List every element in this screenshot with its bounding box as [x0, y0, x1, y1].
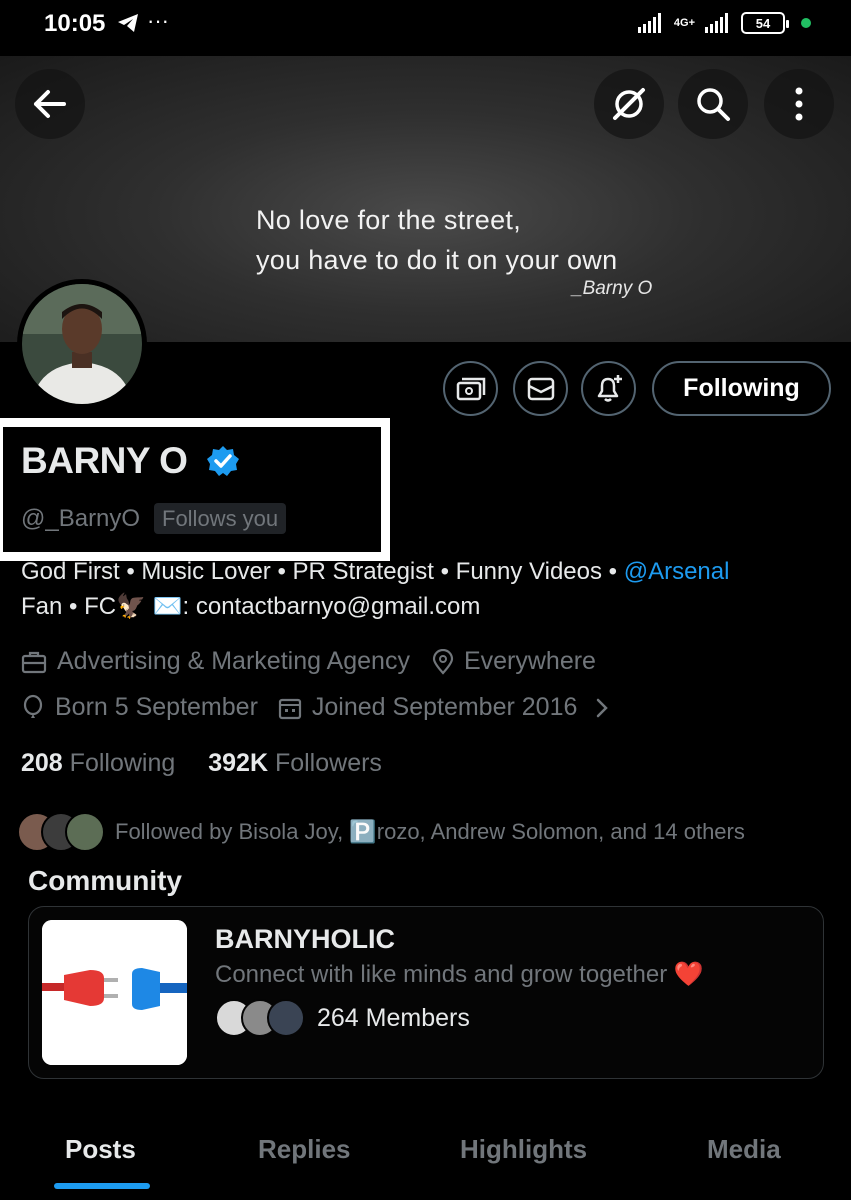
telegram-icon — [116, 12, 140, 39]
profile-location: Everywhere — [463, 647, 596, 675]
grok-button[interactable] — [594, 69, 664, 139]
bio-text-1: God First • Music Lover • PR Strategist … — [21, 558, 624, 585]
bio-mention-link[interactable]: @Arsenal — [624, 558, 730, 585]
followed-by-row[interactable]: Followed by Bisola Joy, 🅿️rozo, Andrew S… — [17, 812, 745, 852]
following-button[interactable]: Following — [652, 361, 831, 416]
profile-birthday: Born 5 September — [55, 693, 258, 721]
followers-label: Followers — [274, 749, 382, 777]
battery-icon: 54 — [741, 12, 789, 34]
location-pin-icon — [432, 648, 454, 675]
signal-icon — [637, 13, 661, 33]
bio-line-1: God First • Music Lover • PR Strategist … — [21, 558, 729, 586]
message-button[interactable] — [513, 361, 568, 416]
active-tab-indicator — [54, 1183, 150, 1189]
status-more-notifications: ··· — [147, 8, 169, 33]
community-members-row: 264 Members — [215, 999, 470, 1037]
privacy-indicator-dot — [801, 18, 811, 28]
grok-icon — [613, 88, 645, 120]
balloon-icon — [23, 694, 43, 718]
network-type: 4G+ — [673, 17, 695, 29]
followed-by-text: Followed by Bisola Joy, 🅿️rozo, Andrew S… — [115, 819, 745, 844]
verified-badge-icon[interactable] — [206, 444, 240, 483]
community-section-title: Community — [28, 865, 182, 896]
briefcase-icon — [21, 651, 47, 673]
tab-posts[interactable]: Posts — [65, 1134, 136, 1165]
community-thumbnail — [42, 920, 187, 1065]
followers-count: 392K — [208, 749, 268, 777]
avatar-photo — [22, 284, 142, 404]
status-time: 10:05 — [44, 10, 106, 37]
signal-icon-2 — [705, 13, 728, 33]
user-handle: @_BarnyO — [21, 505, 141, 532]
search-button[interactable] — [678, 69, 748, 139]
follow-counts: 208 Following 392K Followers — [21, 749, 382, 778]
display-name: BARNY O — [21, 440, 188, 481]
followers-count-link[interactable]: 392K Followers — [208, 749, 382, 777]
following-count: 208 — [21, 749, 63, 777]
calendar-icon — [278, 698, 302, 719]
member-avatar — [267, 999, 305, 1037]
profile-avatar[interactable] — [17, 279, 147, 409]
profile-meta-row-1: Advertising & Marketing Agency Everywher… — [21, 647, 596, 676]
community-name: BARNYHOLIC — [215, 924, 395, 954]
tab-media[interactable]: Media — [707, 1134, 781, 1165]
bio-line-2: Fan • FC🦅 ✉️: contactbarnyo@gmail.com — [21, 593, 481, 620]
bell-plus-icon — [597, 374, 622, 402]
more-vertical-icon — [795, 87, 803, 121]
follows-you-badge: Follows you — [154, 503, 287, 534]
search-icon — [697, 88, 730, 121]
tab-replies[interactable]: Replies — [258, 1134, 351, 1165]
chevron-right-icon[interactable] — [595, 697, 609, 719]
subscribe-button[interactable] — [443, 361, 498, 416]
status-bar: 10:05 ··· 4G+ 54 — [0, 0, 851, 56]
banner-quote-line-2: you have to do it on your own — [256, 245, 618, 275]
community-card[interactable]: BARNYHOLIC Connect with like minds and g… — [28, 906, 824, 1079]
envelope-icon — [527, 377, 554, 400]
following-label: Following — [69, 749, 176, 777]
banner-quote-line-1: No love for the street, — [256, 205, 522, 235]
profile-meta-row-2: Born 5 September Joined September 2016 — [21, 693, 619, 722]
following-count-link[interactable]: 208 Following — [21, 749, 175, 777]
notify-button[interactable] — [581, 361, 636, 416]
banner-signature: _Barny O — [572, 278, 653, 299]
follower-avatar — [65, 812, 105, 852]
subscription-icon — [456, 377, 485, 400]
arrow-left-icon — [34, 90, 66, 118]
profile-category: Advertising & Marketing Agency — [57, 647, 410, 675]
community-description: Connect with like minds and grow togethe… — [215, 961, 704, 988]
back-button[interactable] — [15, 69, 85, 139]
community-member-count: 264 Members — [317, 1003, 470, 1032]
profile-joined: Joined September 2016 — [311, 693, 578, 721]
tab-highlights[interactable]: Highlights — [460, 1134, 587, 1165]
banner-quote: No love for the street, you have to do i… — [256, 200, 617, 280]
more-options-button[interactable] — [764, 69, 834, 139]
